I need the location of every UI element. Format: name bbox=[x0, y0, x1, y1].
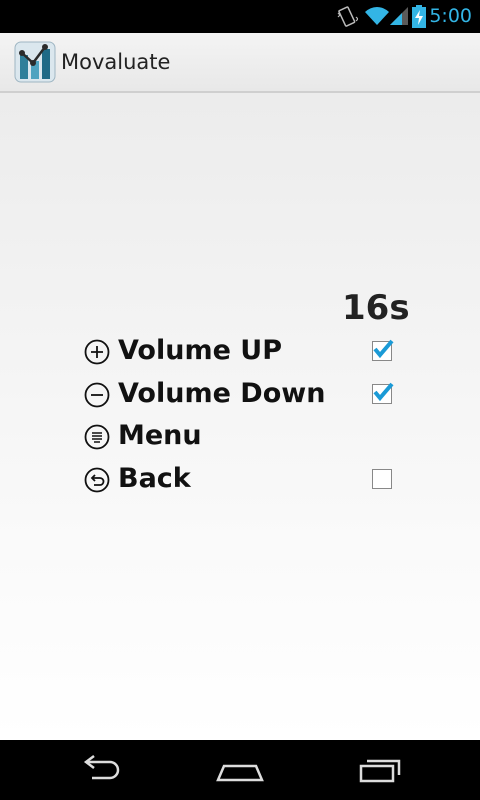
app-logo-icon[interactable] bbox=[14, 41, 56, 83]
signal-icon bbox=[390, 7, 408, 25]
menu-circle-icon bbox=[84, 424, 110, 450]
volume-up-checkbox[interactable] bbox=[372, 339, 394, 361]
wifi-icon bbox=[365, 7, 389, 25]
battery-charging-icon bbox=[412, 5, 426, 28]
plus-circle-icon bbox=[84, 339, 110, 365]
button-label: Volume Down bbox=[118, 378, 326, 409]
checkmark-icon bbox=[373, 382, 394, 402]
button-row-back: Back bbox=[84, 461, 404, 501]
checkmark-icon bbox=[373, 339, 394, 359]
minus-circle-icon bbox=[84, 382, 110, 408]
action-bar: Movaluate bbox=[0, 33, 480, 93]
status-clock: 5:00 bbox=[429, 5, 472, 27]
button-label: Volume UP bbox=[118, 335, 283, 366]
status-bar: 5:00 bbox=[0, 0, 480, 33]
timer-readout: 16s bbox=[342, 288, 410, 328]
button-row-volume-up: Volume UP bbox=[84, 333, 404, 373]
back-checkbox[interactable] bbox=[372, 469, 392, 489]
recent-apps-icon[interactable] bbox=[358, 754, 404, 784]
button-label: Back bbox=[118, 463, 191, 494]
button-row-volume-down: Volume Down bbox=[84, 376, 404, 416]
button-label: Menu bbox=[118, 420, 202, 451]
main-content bbox=[0, 93, 480, 740]
back-circle-icon bbox=[84, 467, 110, 493]
navigation-bar bbox=[0, 740, 480, 800]
volume-down-checkbox[interactable] bbox=[372, 382, 394, 404]
home-icon[interactable] bbox=[216, 754, 264, 784]
app-title: Movaluate bbox=[61, 50, 171, 74]
vibrate-icon bbox=[337, 6, 358, 27]
button-row-menu: Menu bbox=[84, 418, 404, 458]
back-icon[interactable] bbox=[78, 754, 122, 784]
